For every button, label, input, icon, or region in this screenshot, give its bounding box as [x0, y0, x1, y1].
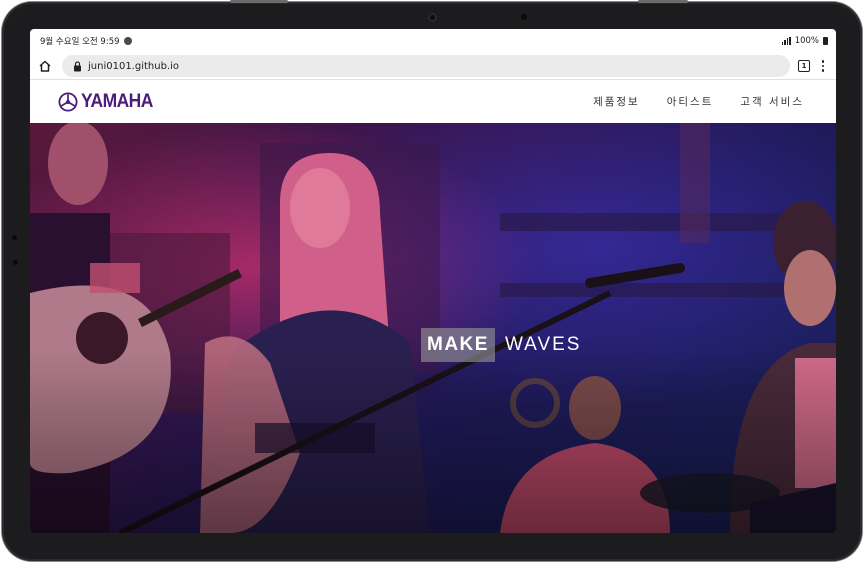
brand-name: YAMAHA: [81, 90, 153, 112]
tabs-icon[interactable]: 1: [798, 60, 810, 72]
home-icon[interactable]: [36, 57, 54, 75]
brand-logo[interactable]: YAMAHA: [58, 91, 159, 113]
more-vert-icon[interactable]: [818, 60, 828, 72]
url-text: juni0101.github.io: [88, 60, 180, 72]
signal-icon: [781, 37, 791, 45]
tuning-fork-emblem-icon: [58, 91, 78, 112]
site-header: YAMAHA 제품정보 아티스트 고객 서비스: [30, 80, 836, 123]
status-bar: 9월 수요일 오전 9:59 100%: [30, 29, 836, 53]
status-time: 9월 수요일 오전 9:59: [40, 37, 120, 47]
battery-percent: 100%: [794, 36, 819, 46]
hero-word: WAVES: [504, 334, 582, 355]
nav-item-artists[interactable]: 아티스트: [667, 94, 714, 109]
light-sensor: [521, 14, 527, 20]
main-nav: 제품정보 아티스트 고객 서비스: [593, 94, 804, 109]
lock-icon: [72, 60, 82, 72]
side-sensor: [12, 235, 17, 240]
volume-button: [230, 0, 288, 3]
front-camera: [428, 13, 437, 22]
browser-toolbar: juni0101.github.io 1: [30, 53, 836, 80]
battery-icon: [823, 37, 828, 45]
hero-banner: MAKE WAVES: [30, 123, 836, 533]
hero-highlight-word: MAKE: [421, 328, 495, 362]
nav-item-support[interactable]: 고객 서비스: [740, 94, 804, 109]
screen: 9월 수요일 오전 9:59 100% juni0101.github.io 1…: [30, 29, 836, 533]
url-bar[interactable]: juni0101.github.io: [62, 55, 790, 77]
notification-icon: [123, 37, 132, 45]
hero-headline: MAKE WAVES: [421, 328, 581, 362]
side-sensor-2: [13, 260, 18, 265]
nav-item-products[interactable]: 제품정보: [593, 94, 640, 109]
power-button: [638, 0, 688, 3]
